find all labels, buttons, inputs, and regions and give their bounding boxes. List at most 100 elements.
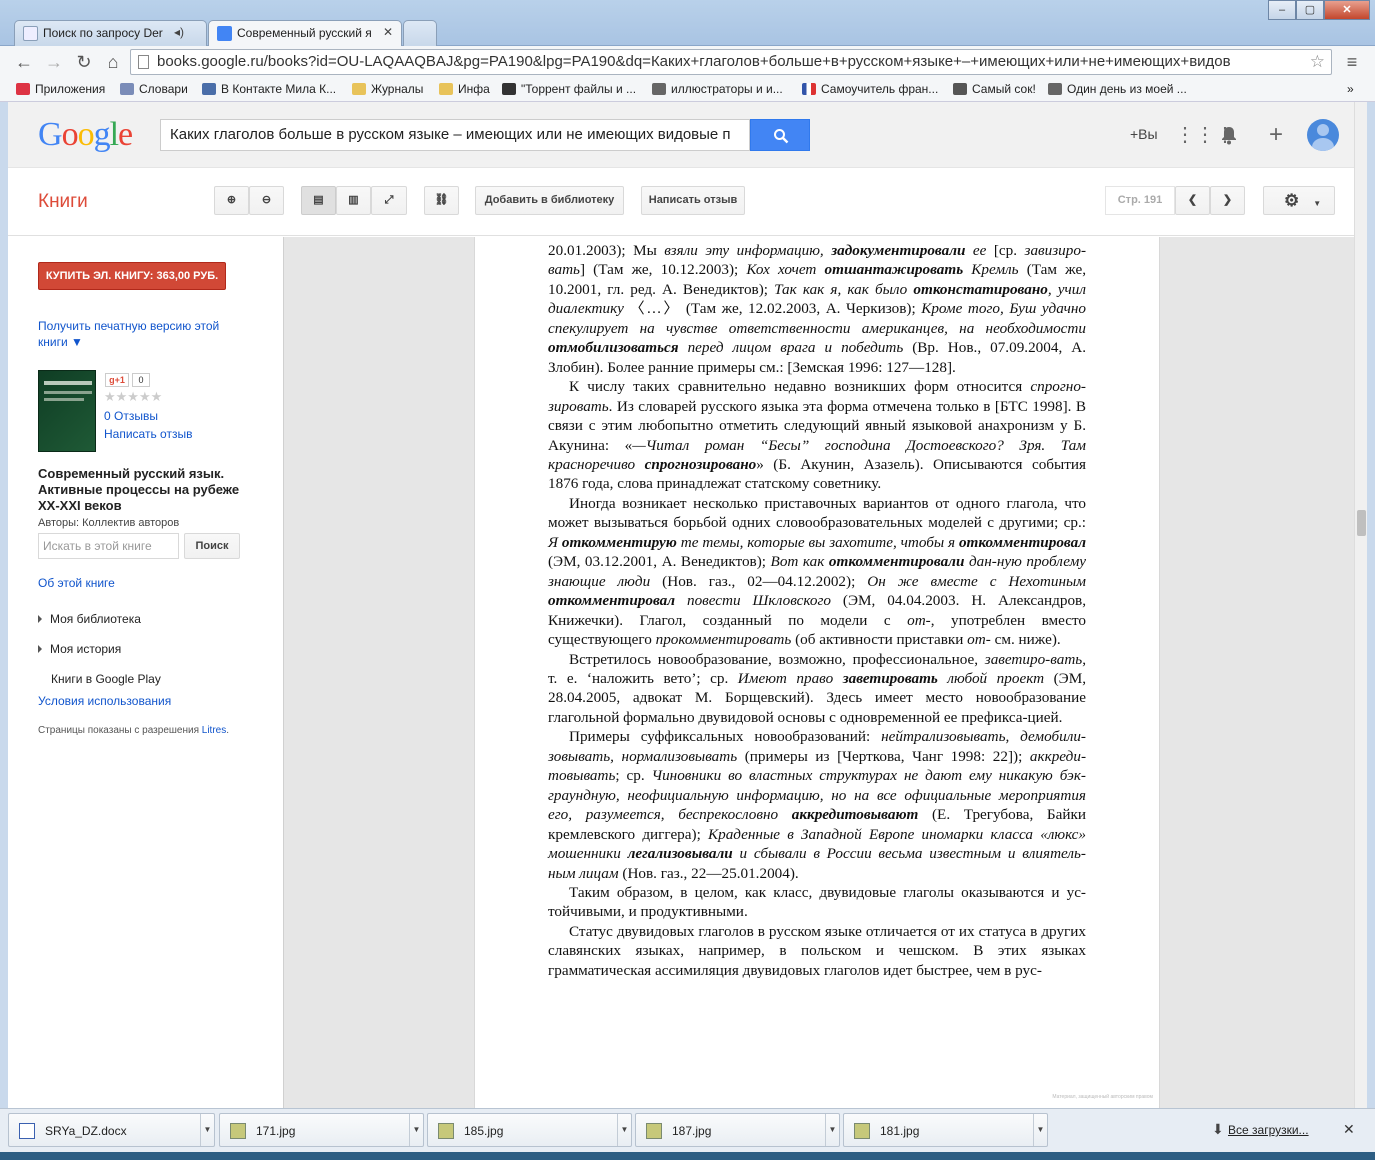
google-logo[interactable]: Google bbox=[38, 116, 133, 154]
page-scrollbar[interactable] bbox=[1354, 102, 1367, 1108]
reload-icon[interactable]: ↻ bbox=[72, 50, 96, 74]
about-book-link[interactable]: Об этой книге bbox=[38, 576, 115, 590]
folder-icon bbox=[352, 83, 366, 95]
page-icon bbox=[23, 26, 38, 41]
write-review-link[interactable]: Написать отзыв bbox=[104, 427, 192, 441]
forward-icon[interactable]: → bbox=[42, 50, 66, 74]
bookmark-dictionaries[interactable]: Словари bbox=[120, 82, 188, 96]
speaker-icon: ◂) bbox=[173, 25, 184, 39]
two-page-view-icon[interactable]: ▥ bbox=[336, 186, 371, 215]
more-bookmarks-icon[interactable]: » bbox=[1347, 82, 1354, 96]
bookmark-journals[interactable]: Журналы bbox=[352, 82, 423, 96]
books-title[interactable]: Книги bbox=[38, 191, 88, 213]
download-item[interactable]: 185.jpg ▼ bbox=[427, 1113, 632, 1147]
my-history-item[interactable]: Моя история bbox=[38, 642, 121, 656]
close-tab-icon[interactable]: ✕ bbox=[383, 25, 393, 39]
avatar[interactable] bbox=[1307, 119, 1339, 151]
bookmark-info[interactable]: Инфа bbox=[439, 82, 490, 96]
bookmark-apps[interactable]: Приложения bbox=[16, 82, 105, 96]
search-button[interactable] bbox=[750, 119, 810, 151]
download-item[interactable]: 187.jpg ▼ bbox=[635, 1113, 840, 1147]
back-icon[interactable]: ← bbox=[12, 50, 36, 74]
chevron-down-icon[interactable]: ▼ bbox=[825, 1114, 839, 1146]
all-downloads-link[interactable]: Все загрузки... bbox=[1228, 1123, 1309, 1137]
link-icon[interactable]: ⛓ bbox=[424, 186, 459, 215]
zoom-out-icon[interactable]: ⊖ bbox=[249, 186, 284, 215]
browser-toolbar: ← → ↻ ⌂ books.google.ru/books?id=OU-LAQA… bbox=[0, 46, 1375, 78]
terms-link[interactable]: Условия использования bbox=[38, 694, 171, 708]
gplus-button[interactable]: g+1 bbox=[105, 373, 129, 387]
home-icon[interactable]: ⌂ bbox=[101, 50, 125, 74]
maximize-button[interactable]: ▢ bbox=[1296, 0, 1324, 20]
jpg-file-icon bbox=[230, 1123, 246, 1139]
person-icon bbox=[953, 83, 967, 95]
new-tab-button[interactable] bbox=[403, 20, 437, 46]
download-item[interactable]: SRYa_DZ.docx ▼ bbox=[8, 1113, 215, 1147]
download-item[interactable]: 181.jpg ▼ bbox=[843, 1113, 1048, 1147]
apps-icon bbox=[16, 83, 30, 95]
downloads-shelf: SRYa_DZ.docx ▼ 171.jpg ▼ 185.jpg ▼ 187.jpg ▼… bbox=[0, 1108, 1375, 1152]
book-cover[interactable] bbox=[38, 370, 96, 452]
write-review-button[interactable]: Написать отзыв bbox=[641, 186, 745, 215]
expand-icon bbox=[38, 615, 42, 623]
bell-icon[interactable] bbox=[1216, 122, 1242, 148]
search-input[interactable]: Каких глаголов больше в русском языке – … bbox=[160, 119, 750, 151]
settings-gear-icon[interactable]: ⚙ ▼ bbox=[1263, 186, 1335, 215]
menu-icon[interactable]: ≡ bbox=[1340, 50, 1364, 74]
print-version-link[interactable]: Получить печатную версию этой книги ▼ bbox=[38, 318, 248, 350]
book-search-button[interactable]: Поиск bbox=[184, 533, 240, 559]
bookmark-french[interactable]: Самоучитель фран... bbox=[802, 82, 938, 96]
zoom-in-icon[interactable]: ⊕ bbox=[214, 186, 249, 215]
rating-stars: ★★★★★ bbox=[104, 389, 163, 404]
bookmark-illustrators[interactable]: иллюстраторы и и... bbox=[652, 82, 783, 96]
chevron-down-icon[interactable]: ▼ bbox=[200, 1114, 214, 1146]
tab-book[interactable]: Современный русский я ✕ bbox=[208, 20, 402, 47]
plus-icon[interactable]: + bbox=[1263, 122, 1289, 148]
download-arrow-icon: ⬇ bbox=[1212, 1121, 1224, 1137]
minimize-button[interactable]: – bbox=[1268, 0, 1296, 20]
flag-icon bbox=[802, 83, 816, 95]
clip-icon bbox=[1048, 83, 1062, 95]
google-header: Google Каких глаголов больше в русском я… bbox=[8, 102, 1367, 168]
apps-grid-icon[interactable]: ⋮⋮⋮ bbox=[1175, 122, 1235, 148]
page-number: Стр. 191 bbox=[1105, 186, 1175, 215]
book-title: Современный русский язык. Активные проце… bbox=[38, 466, 240, 513]
chevron-down-icon[interactable]: ▼ bbox=[409, 1114, 423, 1146]
next-page-icon[interactable]: ❯ bbox=[1210, 186, 1245, 215]
prev-page-icon[interactable]: ❮ bbox=[1175, 186, 1210, 215]
book-search-input[interactable]: Искать в этой книге bbox=[38, 533, 179, 559]
bookmark-star-icon[interactable]: ☆ bbox=[1310, 50, 1325, 74]
tab-search[interactable]: Поиск по запросу Der ◂) bbox=[14, 20, 207, 46]
single-page-view-icon[interactable]: ▤ bbox=[301, 186, 336, 215]
bookmark-juice[interactable]: Самый сок! bbox=[953, 82, 1036, 96]
expand-icon bbox=[38, 645, 42, 653]
close-shelf-icon[interactable]: ✕ bbox=[1343, 1121, 1355, 1138]
page-icon bbox=[138, 55, 149, 69]
close-window-button[interactable]: ✕ bbox=[1324, 0, 1370, 20]
reviews-link[interactable]: 0 Отзывы bbox=[104, 409, 158, 423]
copyright-watermark: Материал, защищенный авторским правом bbox=[1052, 1094, 1153, 1100]
book-viewer: 20.01.2003); Мы взяли эту информацию, за… bbox=[283, 237, 1367, 1108]
google-play-link[interactable]: Книги в Google Play bbox=[51, 672, 161, 686]
film-icon bbox=[502, 83, 516, 95]
chevron-down-icon[interactable]: ▼ bbox=[617, 1114, 631, 1146]
bookmark-one-day[interactable]: Один день из моей ... bbox=[1048, 82, 1187, 96]
chevron-down-icon[interactable]: ▼ bbox=[1033, 1114, 1047, 1146]
fullscreen-icon[interactable]: ⤢ bbox=[371, 186, 407, 215]
buy-ebook-button[interactable]: КУПИТЬ ЭЛ. КНИГУ: 363,00 РУБ. bbox=[38, 262, 226, 290]
google-favicon-icon bbox=[217, 26, 232, 41]
add-to-library-button[interactable]: Добавить в библиотеку bbox=[475, 186, 624, 215]
permission-note: Страницы показаны с разрешения Litres. bbox=[38, 725, 229, 736]
book-sidebar: КУПИТЬ ЭЛ. КНИГУ: 363,00 РУБ. Получить п… bbox=[8, 237, 283, 1108]
dictionary-icon bbox=[120, 83, 134, 95]
bookmark-torrent[interactable]: "Торрент файлы и ... bbox=[502, 82, 636, 96]
download-item[interactable]: 171.jpg ▼ bbox=[219, 1113, 424, 1147]
my-library-item[interactable]: Моя библиотека bbox=[38, 612, 141, 626]
plus-you-link[interactable]: +Вы bbox=[1130, 126, 1158, 142]
publisher-link[interactable]: Litres bbox=[202, 725, 226, 736]
word-doc-icon bbox=[19, 1123, 35, 1139]
jpg-file-icon bbox=[854, 1123, 870, 1139]
bookmark-vk[interactable]: В Контакте Мила К... bbox=[202, 82, 336, 96]
scroll-thumb[interactable] bbox=[1357, 510, 1366, 536]
address-bar[interactable]: books.google.ru/books?id=OU-LAQAAQBAJ&pg… bbox=[130, 49, 1332, 75]
